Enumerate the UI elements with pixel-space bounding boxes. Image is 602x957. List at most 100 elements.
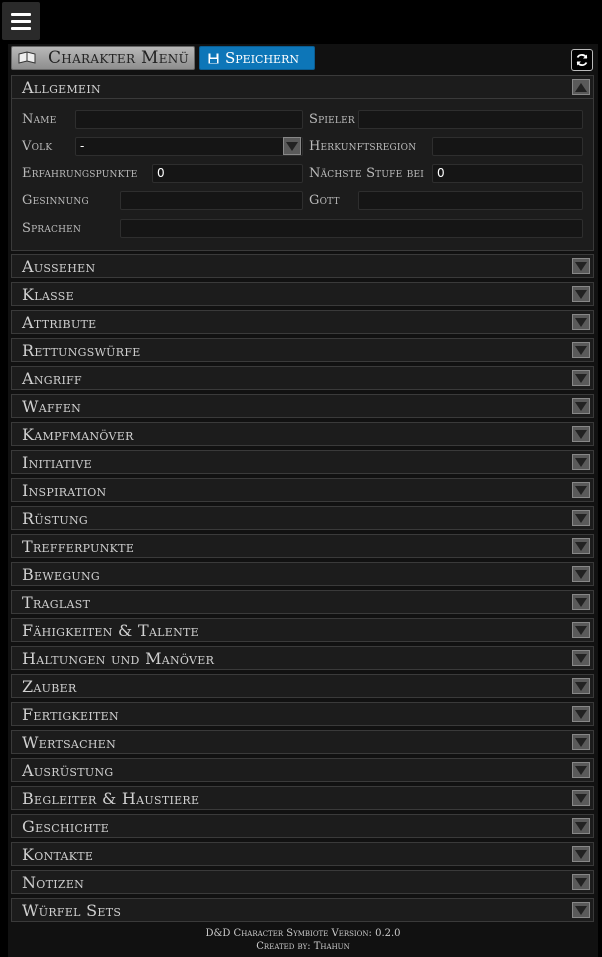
credit-text: Created by: Thahun xyxy=(256,941,350,952)
triangle-down-icon xyxy=(575,289,587,299)
section-row[interactable]: Fertigkeiten xyxy=(11,702,594,726)
section-title: Bewegung xyxy=(22,564,100,584)
section-row[interactable]: Ausrüstung xyxy=(11,758,594,782)
expand-toggle[interactable] xyxy=(572,790,590,806)
expand-toggle[interactable] xyxy=(572,426,590,442)
xp-label: Erfahrungspunkte xyxy=(22,166,138,181)
save-button[interactable]: Speichern xyxy=(199,46,315,70)
character-panel: Charakter Menü Speichern Allgemein Name … xyxy=(8,44,598,957)
collapse-toggle[interactable] xyxy=(572,79,590,95)
section-row[interactable]: Klasse xyxy=(11,282,594,306)
section-title: Waffen xyxy=(22,396,82,416)
expand-toggle[interactable] xyxy=(572,286,590,302)
triangle-down-icon xyxy=(575,541,587,551)
name-label: Name xyxy=(22,112,57,127)
expand-toggle[interactable] xyxy=(572,846,590,862)
section-row[interactable]: Inspiration xyxy=(11,478,594,502)
section-row[interactable]: Würfel Sets xyxy=(11,898,594,922)
triangle-down-icon xyxy=(575,429,587,439)
expand-toggle[interactable] xyxy=(572,594,590,610)
triangle-down-icon xyxy=(575,877,587,887)
race-value: - xyxy=(80,139,85,153)
triangle-down-icon xyxy=(575,597,587,607)
expand-toggle[interactable] xyxy=(572,818,590,834)
section-row[interactable]: Attribute xyxy=(11,310,594,334)
expand-toggle[interactable] xyxy=(572,706,590,722)
origin-label: Herkunftsregion xyxy=(309,139,417,154)
alignment-input[interactable] xyxy=(120,191,303,210)
hamburger-menu-icon[interactable] xyxy=(2,2,40,40)
expand-toggle[interactable] xyxy=(572,454,590,470)
section-row[interactable]: Geschichte xyxy=(11,814,594,838)
expand-toggle[interactable] xyxy=(572,258,590,274)
next-level-input[interactable]: 0 xyxy=(432,164,583,183)
expand-toggle[interactable] xyxy=(572,734,590,750)
origin-input[interactable] xyxy=(432,137,583,156)
expand-toggle[interactable] xyxy=(572,510,590,526)
section-row[interactable]: Zauber xyxy=(11,674,594,698)
refresh-button[interactable] xyxy=(571,49,593,71)
section-title: Rüstung xyxy=(22,508,88,528)
race-label: Volk xyxy=(22,139,53,154)
expand-toggle[interactable] xyxy=(572,678,590,694)
expand-toggle[interactable] xyxy=(572,398,590,414)
section-row[interactable]: Trefferpunkte xyxy=(11,534,594,558)
alignment-label: Gesinnung xyxy=(22,193,89,208)
section-row[interactable]: Wertsachen xyxy=(11,730,594,754)
expand-toggle[interactable] xyxy=(572,482,590,498)
section-title: Klasse xyxy=(22,284,74,304)
top-bar xyxy=(0,0,602,42)
triangle-down-icon xyxy=(575,317,587,327)
section-row[interactable]: Aussehen xyxy=(11,254,594,278)
section-row[interactable]: Kontakte xyxy=(11,842,594,866)
triangle-up-icon xyxy=(575,82,587,92)
expand-toggle[interactable] xyxy=(572,342,590,358)
section-row[interactable]: Rettungswürfe xyxy=(11,338,594,362)
expand-toggle[interactable] xyxy=(572,762,590,778)
section-row[interactable]: Fähigkeiten & Talente xyxy=(11,618,594,642)
section-row[interactable]: Kampfmanöver xyxy=(11,422,594,446)
expand-toggle[interactable] xyxy=(572,538,590,554)
expand-toggle[interactable] xyxy=(572,622,590,638)
next-level-label: Nächste Stufe bei xyxy=(309,166,425,181)
expand-toggle[interactable] xyxy=(572,314,590,330)
refresh-icon xyxy=(576,54,588,66)
section-allgemein[interactable]: Allgemein xyxy=(11,75,594,99)
expand-toggle[interactable] xyxy=(572,902,590,918)
xp-input[interactable]: 0 xyxy=(152,164,303,183)
name-input[interactable] xyxy=(75,110,303,129)
triangle-down-icon xyxy=(575,765,587,775)
general-body: Name Spieler Volk - Herkunftsregion Erfa… xyxy=(11,99,594,251)
triangle-down-icon xyxy=(575,373,587,383)
section-title: Begleiter & Haustiere xyxy=(22,788,200,808)
god-input[interactable] xyxy=(358,191,583,210)
section-row[interactable]: Initiative xyxy=(11,450,594,474)
character-menu-button[interactable]: Charakter Menü xyxy=(11,46,195,70)
section-row[interactable]: Bewegung xyxy=(11,562,594,586)
section-row[interactable]: Notizen xyxy=(11,870,594,894)
section-row[interactable]: Rüstung xyxy=(11,506,594,530)
chevron-down-icon xyxy=(286,141,298,151)
triangle-down-icon xyxy=(575,345,587,355)
book-icon xyxy=(18,51,36,64)
section-row[interactable]: Haltungen und Manöver xyxy=(11,646,594,670)
expand-toggle[interactable] xyxy=(572,566,590,582)
expand-toggle[interactable] xyxy=(572,874,590,890)
player-input[interactable] xyxy=(358,110,583,129)
expand-toggle[interactable] xyxy=(572,370,590,386)
expand-toggle[interactable] xyxy=(572,650,590,666)
version-text: D&D Character Symbiote Version: 0.2.0 xyxy=(205,928,401,939)
section-row[interactable]: Traglast xyxy=(11,590,594,614)
section-row[interactable]: Angriff xyxy=(11,366,594,390)
race-select[interactable]: - xyxy=(75,137,303,156)
triangle-down-icon xyxy=(575,401,587,411)
triangle-down-icon xyxy=(575,793,587,803)
section-title: Allgemein xyxy=(22,77,101,97)
languages-input[interactable] xyxy=(120,219,583,238)
section-row[interactable]: Waffen xyxy=(11,394,594,418)
section-row[interactable]: Begleiter & Haustiere xyxy=(11,786,594,810)
section-title: Wertsachen xyxy=(22,732,117,752)
triangle-down-icon xyxy=(575,653,587,663)
race-dropdown-button[interactable] xyxy=(283,137,301,155)
next-level-value: 0 xyxy=(437,166,445,180)
